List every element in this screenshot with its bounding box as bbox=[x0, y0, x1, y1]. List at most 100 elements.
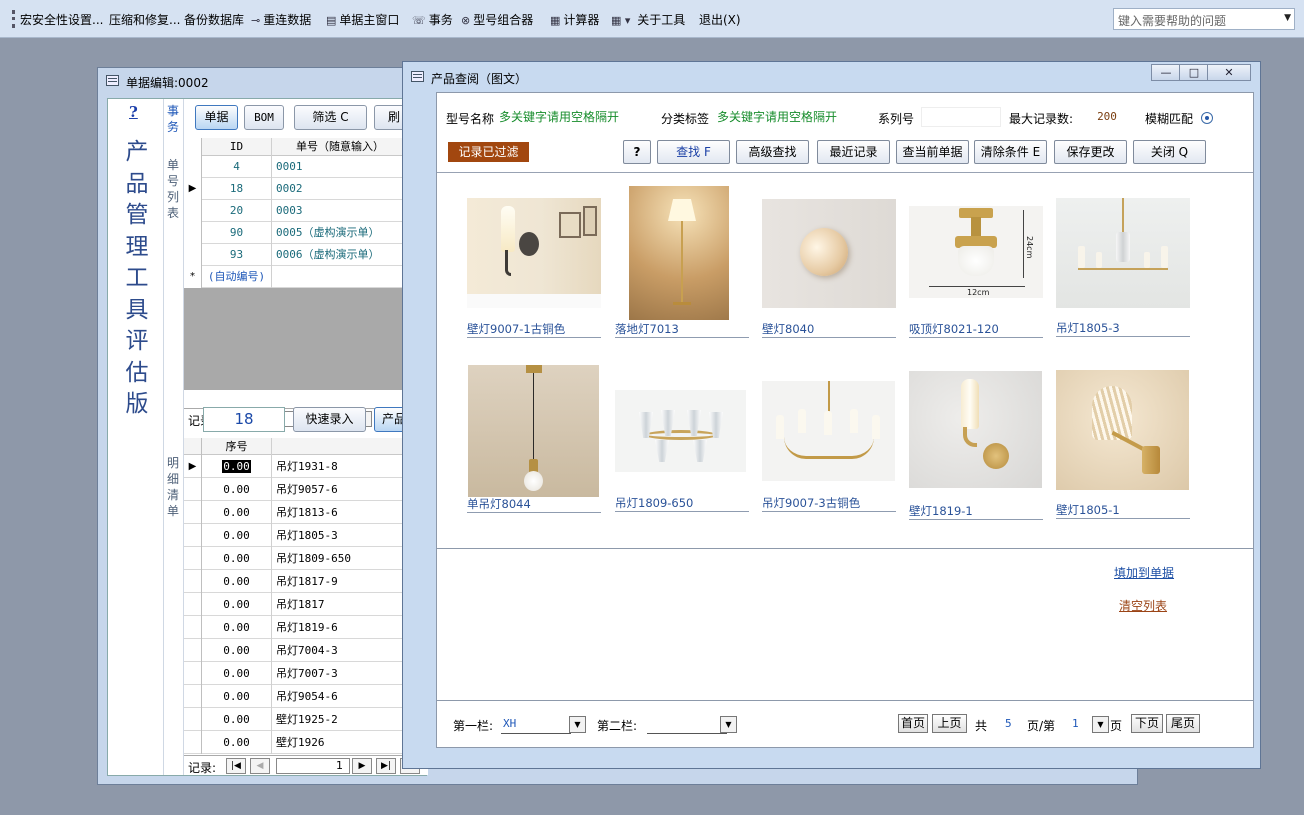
help-search-input[interactable]: 键入需要帮助的问题 ▼ bbox=[1113, 8, 1295, 30]
product-name[interactable]: 单吊灯8044 bbox=[467, 496, 601, 513]
tab-transactions[interactable]: 事务 bbox=[167, 103, 181, 135]
detail-row[interactable]: 0.00 壁灯1926 bbox=[184, 731, 428, 754]
menu-about-tool[interactable]: ▦ ▾ 关于工具 bbox=[611, 11, 685, 28]
menu-macro-security[interactable]: 宏安全性设置... bbox=[20, 11, 103, 28]
row-selector[interactable]: ▶ bbox=[184, 455, 202, 478]
detail-row[interactable]: 0.00 吊灯1809-650 bbox=[184, 547, 428, 570]
fuzzy-match-radio[interactable] bbox=[1201, 112, 1213, 124]
add-to-order-link[interactable]: 填加到单据 bbox=[1114, 564, 1174, 581]
next-record-icon[interactable]: ▶ bbox=[352, 758, 372, 774]
pendant-photo[interactable] bbox=[468, 365, 599, 497]
tab-order-list[interactable]: 单号列表 bbox=[167, 157, 181, 221]
row-selector[interactable]: ▶ bbox=[184, 178, 202, 200]
first-column-select[interactable]: XH bbox=[501, 716, 571, 734]
cell-seq[interactable]: 0.00 bbox=[202, 731, 272, 754]
cell-seq[interactable]: 0.00 bbox=[202, 616, 272, 639]
column-header-id[interactable]: ID bbox=[202, 138, 272, 156]
prev-page-button[interactable]: 上页 bbox=[932, 714, 967, 733]
row-selector[interactable] bbox=[184, 478, 202, 501]
cell-product-name[interactable]: 吊灯1819-6 bbox=[276, 616, 338, 639]
help-link[interactable]: ? bbox=[129, 103, 138, 121]
menu-transactions[interactable]: ☏ 事务 bbox=[412, 11, 453, 28]
chevron-down-icon[interactable]: ▼ bbox=[1284, 13, 1291, 23]
current-page[interactable]: 1 bbox=[1072, 717, 1079, 730]
last-record-icon[interactable]: ▶| bbox=[376, 758, 396, 774]
cell-seq[interactable]: 0.00 bbox=[202, 639, 272, 662]
product-name[interactable]: 吸顶灯8021-120 bbox=[909, 321, 1043, 338]
product-name[interactable]: 吊灯1805-3 bbox=[1056, 320, 1190, 337]
cell-product-name[interactable]: 吊灯9054-6 bbox=[276, 685, 338, 708]
row-selector[interactable] bbox=[184, 708, 202, 731]
cell-id[interactable]: 4 bbox=[202, 156, 272, 178]
wall-lamp-photo[interactable] bbox=[467, 198, 601, 308]
cell-seq[interactable]: 0.00 bbox=[202, 455, 272, 478]
cell-product-name[interactable]: 吊灯7007-3 bbox=[276, 662, 338, 685]
row-selector[interactable] bbox=[184, 501, 202, 524]
max-records-input[interactable]: 200 bbox=[1079, 107, 1133, 127]
cell-seq[interactable]: 0.00 bbox=[202, 593, 272, 616]
ring-chandelier-photo[interactable] bbox=[615, 390, 746, 472]
maximize-button[interactable]: □ bbox=[1179, 64, 1209, 81]
cell-seq[interactable]: 0.00 bbox=[202, 685, 272, 708]
cell-id[interactable]: 93 bbox=[202, 244, 272, 266]
cell-product-name[interactable]: 吊灯1817 bbox=[276, 593, 325, 616]
save-changes-button[interactable]: 保存更改 bbox=[1054, 140, 1127, 164]
menu-compact-repair[interactable]: 压缩和修复... bbox=[109, 11, 180, 28]
product-name[interactable]: 落地灯7013 bbox=[615, 321, 749, 338]
row-selector[interactable] bbox=[184, 662, 202, 685]
row-selector[interactable] bbox=[184, 616, 202, 639]
menu-calculator[interactable]: ▦ 计算器 bbox=[550, 11, 599, 28]
recent-records-button[interactable]: 最近记录 bbox=[817, 140, 890, 164]
close-button[interactable]: 关闭 Q bbox=[1133, 140, 1206, 164]
detail-row[interactable]: 0.00 壁灯1925-2 bbox=[184, 708, 428, 731]
quick-entry-button[interactable]: 快速录入 bbox=[293, 407, 366, 432]
grid-corner[interactable] bbox=[184, 438, 202, 455]
cell-id[interactable]: 20 bbox=[202, 200, 272, 222]
row-selector[interactable] bbox=[184, 639, 202, 662]
row-selector[interactable] bbox=[184, 593, 202, 616]
last-page-button[interactable]: 尾页 bbox=[1166, 714, 1200, 733]
row-selector[interactable] bbox=[184, 222, 202, 244]
close-window-button[interactable]: ✕ bbox=[1207, 64, 1251, 81]
product-name[interactable]: 吊灯1809-650 bbox=[615, 495, 749, 512]
table-row[interactable]: ▶ 18 0002 bbox=[184, 178, 428, 200]
wall-sconce-photo[interactable] bbox=[909, 371, 1042, 488]
filter-button[interactable]: 筛选 C bbox=[294, 105, 367, 130]
cell-id[interactable]: 18 bbox=[202, 178, 272, 200]
cell-seq[interactable]: 0.00 bbox=[202, 708, 272, 731]
cell-product-name[interactable]: 壁灯1925-2 bbox=[276, 708, 338, 731]
table-row[interactable]: 20 0003 bbox=[184, 200, 428, 222]
detail-row[interactable]: 0.00 吊灯1817 bbox=[184, 593, 428, 616]
detail-row[interactable]: 0.00 吊灯7007-3 bbox=[184, 662, 428, 685]
row-selector[interactable] bbox=[184, 685, 202, 708]
chevron-down-icon[interactable]: ▼ bbox=[1092, 716, 1109, 733]
cell-seq[interactable]: 0.00 bbox=[202, 547, 272, 570]
menu-exit[interactable]: 退出(X) bbox=[699, 11, 741, 28]
row-selector[interactable] bbox=[184, 524, 202, 547]
detail-row[interactable]: 0.00 吊灯9057-6 bbox=[184, 478, 428, 501]
product-name[interactable]: 壁灯8040 bbox=[762, 321, 896, 338]
order-button[interactable]: 单据 bbox=[195, 105, 238, 130]
record-number-input[interactable]: 1 bbox=[276, 758, 350, 774]
detail-row[interactable]: 0.00 吊灯1813-6 bbox=[184, 501, 428, 524]
grid-corner[interactable] bbox=[184, 138, 202, 156]
toolbar-grip[interactable] bbox=[12, 10, 15, 28]
table-row[interactable]: 90 0005（虚构演示单） bbox=[184, 222, 428, 244]
product-viewer-titlebar[interactable]: 产品查阅（图文） — □ ✕ bbox=[403, 62, 1260, 88]
cell-product-name[interactable]: 吊灯9057-6 bbox=[276, 478, 338, 501]
clear-conditions-button[interactable]: 清除条件 E bbox=[974, 140, 1047, 164]
chevron-down-icon[interactable]: ▼ bbox=[569, 716, 586, 733]
row-selector[interactable] bbox=[184, 731, 202, 754]
branch-chandelier-photo[interactable] bbox=[762, 381, 895, 481]
detail-row[interactable]: 0.00 吊灯7004-3 bbox=[184, 639, 428, 662]
table-row[interactable]: 4 0001 bbox=[184, 156, 428, 178]
row-selector[interactable] bbox=[184, 547, 202, 570]
first-page-button[interactable]: 首页 bbox=[898, 714, 928, 733]
next-page-button[interactable]: 下页 bbox=[1131, 714, 1163, 733]
minimize-button[interactable]: — bbox=[1151, 64, 1181, 81]
cell-seq[interactable]: 0.00 bbox=[202, 570, 272, 593]
menu-backup-database[interactable]: 备份数据库 bbox=[184, 11, 244, 28]
category-input[interactable]: 多关键字请用空格隔开 bbox=[715, 107, 865, 127]
table-row[interactable]: 93 0006（虚构演示单） bbox=[184, 244, 428, 266]
wall-disc-photo[interactable] bbox=[762, 199, 896, 308]
